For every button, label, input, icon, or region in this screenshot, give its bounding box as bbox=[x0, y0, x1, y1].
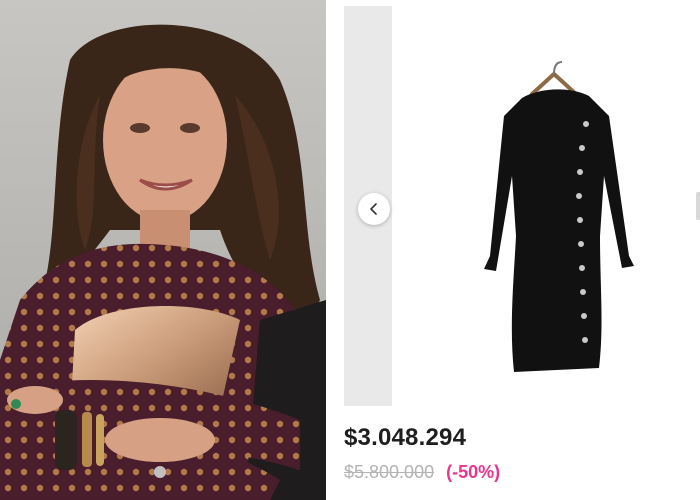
gallery-next-edge bbox=[696, 192, 700, 220]
original-price: $5.800.000 bbox=[344, 462, 435, 482]
price-details: $5.800.000 (-50%) bbox=[344, 462, 500, 483]
portrait-photo bbox=[0, 0, 326, 500]
product-image-dress[interactable] bbox=[404, 26, 700, 396]
product-card: $3.048.294 $5.800.000 (-50%) bbox=[344, 0, 700, 500]
discount-badge: (-50%) bbox=[446, 462, 501, 482]
product-gallery bbox=[344, 6, 700, 406]
gallery-previous-button[interactable] bbox=[358, 193, 390, 225]
current-price: $3.048.294 bbox=[344, 424, 467, 451]
spacer bbox=[326, 0, 344, 500]
chevron-left-icon bbox=[370, 203, 377, 215]
